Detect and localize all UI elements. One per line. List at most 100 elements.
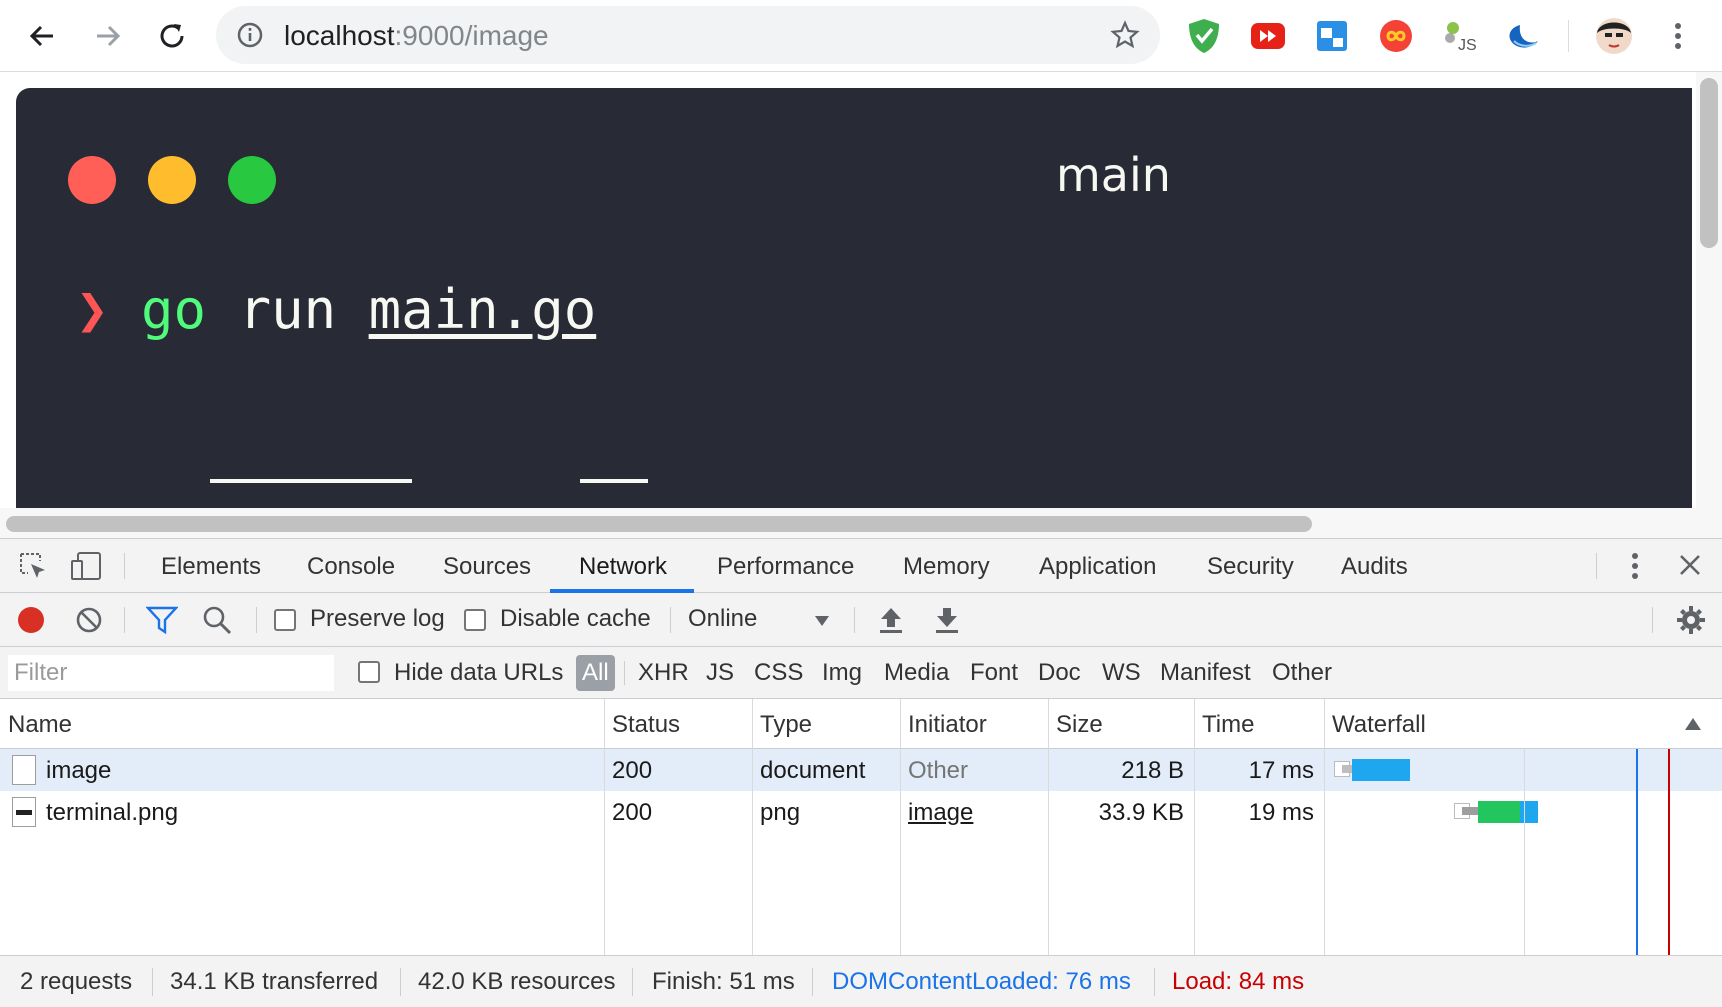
filter-input[interactable] [8, 655, 334, 691]
column-header-initiator[interactable]: Initiator [900, 699, 1048, 749]
tab-audits[interactable]: Audits [1341, 553, 1408, 581]
filter-type-font[interactable]: Font [970, 659, 1018, 687]
clear-icon[interactable] [74, 605, 104, 635]
avatar[interactable] [1594, 16, 1634, 56]
filter-type-css[interactable]: CSS [754, 659, 803, 687]
minimize-traffic-light [148, 156, 196, 204]
page-viewport: main ❯ go run main.go [0, 72, 1722, 538]
infinity-extension-icon[interactable] [1376, 16, 1416, 56]
export-har-icon[interactable] [934, 605, 960, 635]
browser-menu-button[interactable] [1658, 16, 1698, 56]
arrow-right-icon [97, 25, 121, 47]
toolbar-divider [256, 607, 257, 633]
js-extension-icon[interactable]: JS [1440, 16, 1480, 56]
reload-icon [160, 24, 184, 48]
prompt-file: main.go [368, 278, 597, 341]
document-icon [12, 755, 36, 785]
arrow-left-icon [29, 25, 53, 47]
tab-application[interactable]: Application [1039, 553, 1156, 581]
row-status: 200 [612, 799, 653, 826]
status-divider [152, 968, 153, 996]
tab-performance[interactable]: Performance [717, 553, 854, 581]
column-divider [752, 699, 753, 955]
column-header-size[interactable]: Size [1048, 699, 1194, 749]
preserve-log-label: Preserve log [310, 605, 445, 632]
filter-type-xhr[interactable]: XHR [638, 659, 689, 687]
adguard-extension-icon[interactable] [1184, 16, 1224, 56]
filter-type-ws[interactable]: WS [1102, 659, 1141, 687]
tab-network[interactable]: Network [579, 553, 667, 581]
column-header-time[interactable]: Time [1194, 699, 1324, 749]
more-vertical-icon [1675, 23, 1681, 49]
preserve-log-checkbox[interactable] [274, 609, 296, 631]
filter-type-other[interactable]: Other [1272, 659, 1332, 687]
reload-button[interactable] [150, 14, 194, 58]
table-row[interactable]: image 200 document Other 218 B 17 ms [0, 749, 1722, 791]
forward-button[interactable] [86, 14, 130, 58]
toolbar-divider [124, 607, 125, 633]
info-icon[interactable] [236, 21, 264, 49]
prompt-chevron: ❯ [76, 278, 109, 341]
throttling-select[interactable]: Online [680, 599, 850, 641]
row-initiator-link[interactable]: image [908, 799, 973, 827]
row-type: png [760, 799, 801, 826]
inspect-element-icon[interactable] [18, 551, 48, 581]
waterfall-stalled-bar [1342, 765, 1352, 773]
row-name[interactable]: image [46, 757, 111, 785]
column-divider [900, 699, 901, 955]
filter-type-js[interactable]: JS [706, 659, 734, 687]
toolbar-divider [854, 607, 855, 633]
ascii-art-line [210, 479, 412, 483]
tab-sources[interactable]: Sources [443, 553, 531, 581]
column-header-name[interactable]: Name [0, 699, 604, 749]
table-row[interactable]: terminal.png 200 png image 33.9 KB 19 ms [0, 791, 1722, 833]
column-header-status[interactable]: Status [604, 699, 752, 749]
bookmark-star-icon[interactable] [1110, 20, 1140, 50]
back-button[interactable] [20, 14, 64, 58]
gear-icon[interactable] [1676, 605, 1706, 635]
video-extension-icon[interactable] [1248, 16, 1288, 56]
close-traffic-light [68, 156, 116, 204]
tab-security[interactable]: Security [1207, 553, 1294, 581]
window-extension-icon[interactable] [1312, 16, 1352, 56]
row-status: 200 [612, 757, 653, 784]
record-icon[interactable] [16, 605, 46, 635]
address-bar[interactable]: localhost:9000/image [216, 6, 1160, 64]
hide-data-urls-label: Hide data URLs [394, 659, 564, 686]
sort-ascending-icon[interactable] [1684, 717, 1702, 731]
filter-type-all[interactable]: All [576, 655, 615, 691]
device-toolbar-icon[interactable] [70, 551, 102, 581]
tab-memory[interactable]: Memory [903, 553, 990, 581]
disable-cache-label: Disable cache [500, 605, 651, 632]
filter-type-img[interactable]: Img [822, 659, 862, 687]
hide-data-urls-checkbox[interactable] [358, 661, 380, 683]
prompt-arg: run [238, 278, 337, 341]
tab-console[interactable]: Console [307, 553, 395, 581]
vertical-scroll-thumb[interactable] [1700, 78, 1718, 248]
resources-size: 42.0 KB resources [418, 968, 616, 995]
close-icon[interactable] [1678, 553, 1702, 577]
search-icon[interactable] [202, 605, 232, 635]
disable-cache-checkbox[interactable] [464, 609, 486, 631]
horizontal-scroll-thumb[interactable] [6, 516, 1312, 532]
filter-type-doc[interactable]: Doc [1038, 659, 1081, 687]
row-name[interactable]: terminal.png [46, 799, 178, 827]
moon-extension-icon[interactable] [1504, 16, 1544, 56]
load-event-marker [1668, 749, 1670, 955]
filter-type-manifest[interactable]: Manifest [1160, 659, 1251, 687]
row-size: 33.9 KB [1098, 799, 1184, 826]
column-header-waterfall[interactable]: Waterfall [1324, 699, 1722, 749]
status-divider [632, 968, 633, 996]
dom-content-loaded-time: DOMContentLoaded: 76 ms [832, 968, 1131, 995]
more-vertical-icon[interactable] [1630, 551, 1640, 581]
import-har-icon[interactable] [878, 605, 904, 635]
tab-elements[interactable]: Elements [161, 553, 261, 581]
column-header-type[interactable]: Type [752, 699, 900, 749]
waterfall-stalled-bar [1462, 807, 1478, 815]
filter-type-media[interactable]: Media [884, 659, 949, 687]
filter-bar: Hide data URLs All XHR JS CSS Img Media … [0, 647, 1722, 699]
url-path: :9000/image [394, 20, 549, 51]
filter-icon[interactable] [146, 605, 178, 635]
filter-divider [624, 661, 625, 685]
status-divider [812, 968, 813, 996]
